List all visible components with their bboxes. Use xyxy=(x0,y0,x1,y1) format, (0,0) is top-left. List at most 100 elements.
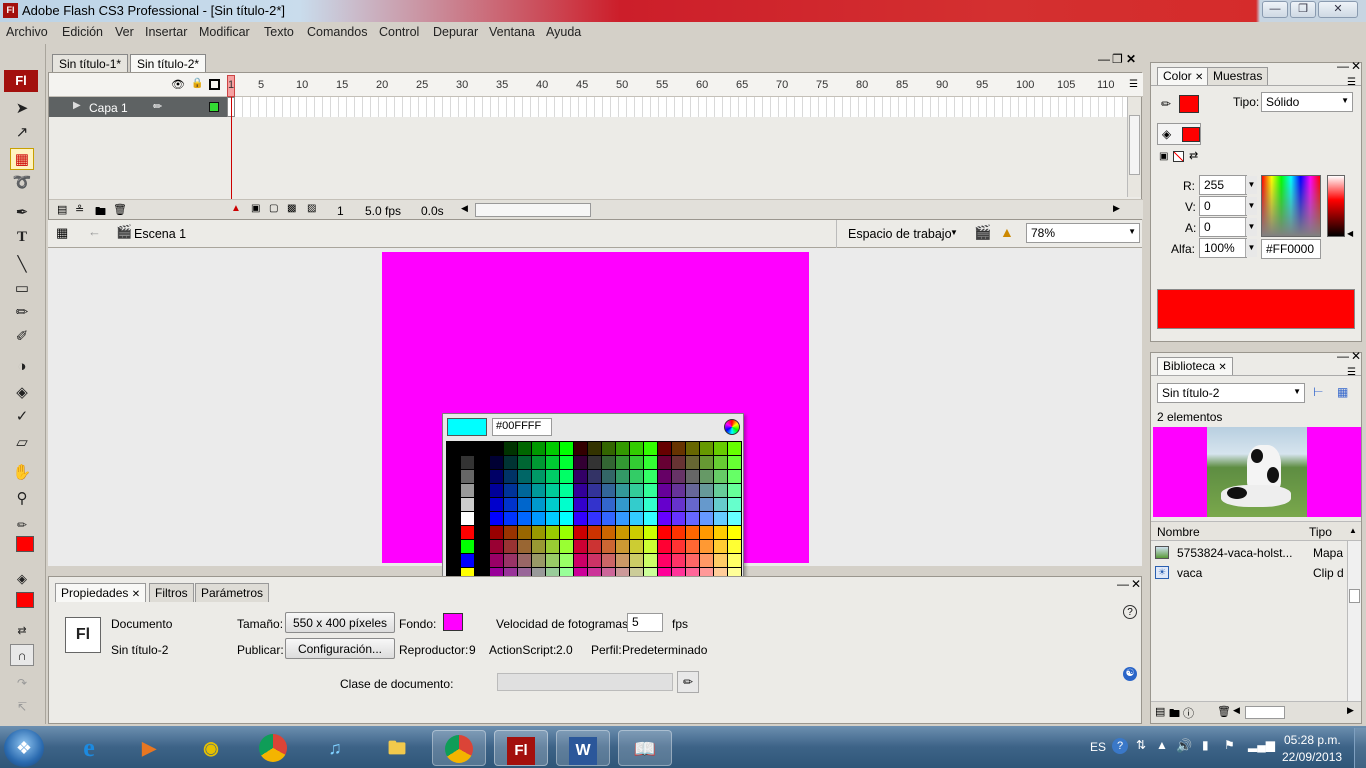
color-swatch[interactable] xyxy=(602,442,615,455)
menu-texto[interactable]: Texto xyxy=(264,25,294,39)
color-swatch[interactable] xyxy=(475,442,488,455)
color-swatch[interactable] xyxy=(546,554,559,567)
edit-scene-icon[interactable]: 🎬 xyxy=(974,224,991,241)
color-swatch[interactable] xyxy=(574,470,587,483)
pin-library-icon[interactable]: ⊢ xyxy=(1313,385,1323,399)
color-wheel-icon[interactable] xyxy=(724,419,740,435)
color-swatch[interactable] xyxy=(574,456,587,469)
color-swatch[interactable] xyxy=(616,526,629,539)
fill-color-swatch[interactable] xyxy=(1182,127,1200,142)
color-swatch[interactable] xyxy=(616,456,629,469)
type-dropdown-icon[interactable]: ▼ xyxy=(1341,96,1349,105)
color-swatch[interactable] xyxy=(504,540,517,553)
color-swatch[interactable] xyxy=(728,442,741,455)
hex-input[interactable]: #FF0000 xyxy=(1261,239,1321,259)
frame-track[interactable] xyxy=(227,97,1127,117)
clock-date[interactable]: 22/09/2013 xyxy=(1282,750,1342,764)
color-swatch[interactable] xyxy=(602,484,615,497)
timeline-options-icon[interactable]: ☰ xyxy=(1129,79,1138,90)
scroll-right-icon[interactable]: ▶ xyxy=(1113,203,1120,214)
layer-row[interactable]: ▶ Capa 1 ✏ xyxy=(49,97,227,117)
color-swatch[interactable] xyxy=(700,554,713,567)
color-swatch[interactable] xyxy=(728,512,741,525)
scroll-right-icon[interactable]: ▶ xyxy=(1347,705,1354,716)
rectangle-tool-icon[interactable]: ▭ xyxy=(10,278,34,300)
maximize-button[interactable]: ❐ xyxy=(1290,1,1316,18)
properties-icon[interactable]: ⓘ xyxy=(1183,705,1194,721)
color-swatch[interactable] xyxy=(728,484,741,497)
tab-filters[interactable]: Filtros xyxy=(149,583,194,602)
no-color-icon[interactable] xyxy=(1173,151,1184,162)
type-select[interactable]: Sólido ▼ xyxy=(1261,92,1353,112)
media-player-icon[interactable]: ▶ xyxy=(122,730,176,766)
color-swatch[interactable] xyxy=(672,456,685,469)
network-signal-icon[interactable]: ▂▄▆ xyxy=(1248,738,1275,752)
color-swatch[interactable] xyxy=(728,470,741,483)
library-item[interactable]: 5753824-vaca-holst... Mapa xyxy=(1151,543,1347,563)
color-swatch[interactable] xyxy=(475,484,488,497)
color-swatch[interactable] xyxy=(475,554,488,567)
color-swatch[interactable] xyxy=(490,484,503,497)
color-swatch[interactable] xyxy=(686,540,699,553)
color-swatch[interactable] xyxy=(461,456,474,469)
battery-icon[interactable]: ▮ xyxy=(1202,738,1209,752)
color-swatch[interactable] xyxy=(630,470,643,483)
color-swatch[interactable] xyxy=(560,540,573,553)
color-swatch[interactable] xyxy=(461,470,474,483)
menu-depurar[interactable]: Depurar xyxy=(433,25,478,39)
lock-icon[interactable]: 🔒 xyxy=(191,78,203,89)
color-swatch[interactable] xyxy=(616,512,629,525)
color-swatch[interactable] xyxy=(546,526,559,539)
swap-colors-icon[interactable]: ⇄ xyxy=(10,620,34,642)
new-library-panel-icon[interactable]: ▦ xyxy=(1337,385,1348,399)
picker-hex-input[interactable]: #00FFFF xyxy=(492,418,552,436)
hand-tool-icon[interactable]: ✋ xyxy=(10,462,34,484)
fill-selector[interactable]: ◈ xyxy=(1157,123,1201,145)
color-swatch[interactable] xyxy=(588,526,601,539)
color-swatch[interactable] xyxy=(490,470,503,483)
show-desktop-button[interactable] xyxy=(1354,728,1366,768)
flash-icon[interactable]: Fl xyxy=(494,730,548,766)
volume-icon[interactable]: 🔊 xyxy=(1176,738,1192,754)
menu-ventana[interactable]: Ventana xyxy=(489,25,535,39)
color-swatch[interactable] xyxy=(461,484,474,497)
color-swatch[interactable] xyxy=(546,456,559,469)
color-swatch[interactable] xyxy=(504,554,517,567)
color-swatch[interactable] xyxy=(447,456,460,469)
color-swatch[interactable] xyxy=(616,470,629,483)
color-swatch[interactable] xyxy=(672,442,685,455)
ink-bottle-tool-icon[interactable]: ◑ xyxy=(10,356,34,378)
internet-explorer-icon[interactable]: e xyxy=(62,730,116,766)
col-type[interactable]: Tipo xyxy=(1309,525,1332,539)
color-swatch[interactable] xyxy=(560,442,573,455)
col-name[interactable]: Nombre xyxy=(1157,525,1200,539)
color-swatch[interactable] xyxy=(686,442,699,455)
brightness-slider[interactable] xyxy=(1327,175,1345,237)
color-swatch[interactable] xyxy=(532,526,545,539)
color-swatch[interactable] xyxy=(658,442,671,455)
fill-color-swatch[interactable] xyxy=(16,592,34,608)
center-frame-icon[interactable]: ▲ xyxy=(231,203,241,214)
color-swatch[interactable] xyxy=(728,540,741,553)
color-swatch[interactable] xyxy=(714,498,727,511)
color-swatch[interactable] xyxy=(644,554,657,567)
show-hidden-icons-icon[interactable]: ▲ xyxy=(1156,738,1168,752)
color-swatch[interactable] xyxy=(644,498,657,511)
color-swatch[interactable] xyxy=(714,456,727,469)
color-spectrum[interactable] xyxy=(1261,175,1321,237)
color-swatch[interactable] xyxy=(602,498,615,511)
menu-edicion[interactable]: Edición xyxy=(62,25,103,39)
color-swatch[interactable] xyxy=(560,526,573,539)
color-swatch[interactable] xyxy=(616,540,629,553)
chrome-icon[interactable] xyxy=(432,730,486,766)
color-swatch[interactable] xyxy=(461,442,474,455)
color-swatch[interactable] xyxy=(447,484,460,497)
alpha-dropdown-icon[interactable]: ▼ xyxy=(1245,239,1257,257)
color-swatch[interactable] xyxy=(532,554,545,567)
library-doc-select[interactable]: Sin título-2 ▼ xyxy=(1157,383,1305,403)
panel-options-icon[interactable]: ☰ xyxy=(1347,77,1356,88)
delete-icon[interactable]: 🗑 xyxy=(1217,705,1231,718)
color-swatch[interactable] xyxy=(518,540,531,553)
workspace-dropdown-icon[interactable]: ▼ xyxy=(950,228,958,237)
close-button[interactable]: ✕ xyxy=(1318,1,1358,18)
